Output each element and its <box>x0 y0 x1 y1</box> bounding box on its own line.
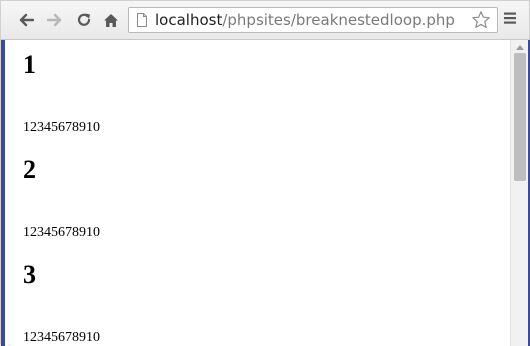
number-sequence: 12345678910 <box>23 225 100 240</box>
reload-icon <box>76 12 92 28</box>
scrollbar-thumb[interactable] <box>514 53 526 181</box>
page-content: 1 12345678910 2 12345678910 3 1234567891… <box>10 40 510 346</box>
forward-button[interactable] <box>44 9 66 31</box>
reload-button[interactable] <box>73 9 95 31</box>
loop-block: 1 12345678910 <box>23 50 100 135</box>
url-path: /phpsites/breaknestedloop.php <box>222 11 455 29</box>
block-heading: 1 <box>23 50 36 79</box>
loop-block: 3 12345678910 <box>23 260 100 345</box>
window-frame-left <box>1 40 9 346</box>
home-button[interactable] <box>100 9 122 31</box>
vertical-scrollbar[interactable] <box>510 40 529 346</box>
back-button[interactable] <box>15 9 37 31</box>
block-heading: 3 <box>23 260 36 289</box>
menu-button[interactable] <box>499 9 521 31</box>
number-sequence: 12345678910 <box>23 330 100 345</box>
number-sequence: 12345678910 <box>23 120 100 135</box>
page-icon <box>136 13 148 32</box>
browser-window: localhost/phpsites/breaknestedloop.php 1… <box>0 0 530 346</box>
back-arrow-icon <box>18 13 34 27</box>
home-icon <box>103 13 119 28</box>
star-icon[interactable] <box>471 10 491 35</box>
block-heading: 2 <box>23 155 36 184</box>
hamburger-menu-icon <box>503 11 517 30</box>
address-url[interactable]: localhost/phpsites/breaknestedloop.php <box>155 11 455 30</box>
loop-block: 2 12345678910 <box>23 155 100 240</box>
scroll-up-arrow-icon[interactable] <box>516 45 524 50</box>
address-bar[interactable]: localhost/phpsites/breaknestedloop.php <box>128 7 498 33</box>
forward-arrow-icon <box>47 13 63 27</box>
url-host: localhost <box>155 11 223 29</box>
browser-toolbar: localhost/phpsites/breaknestedloop.php <box>1 1 529 40</box>
